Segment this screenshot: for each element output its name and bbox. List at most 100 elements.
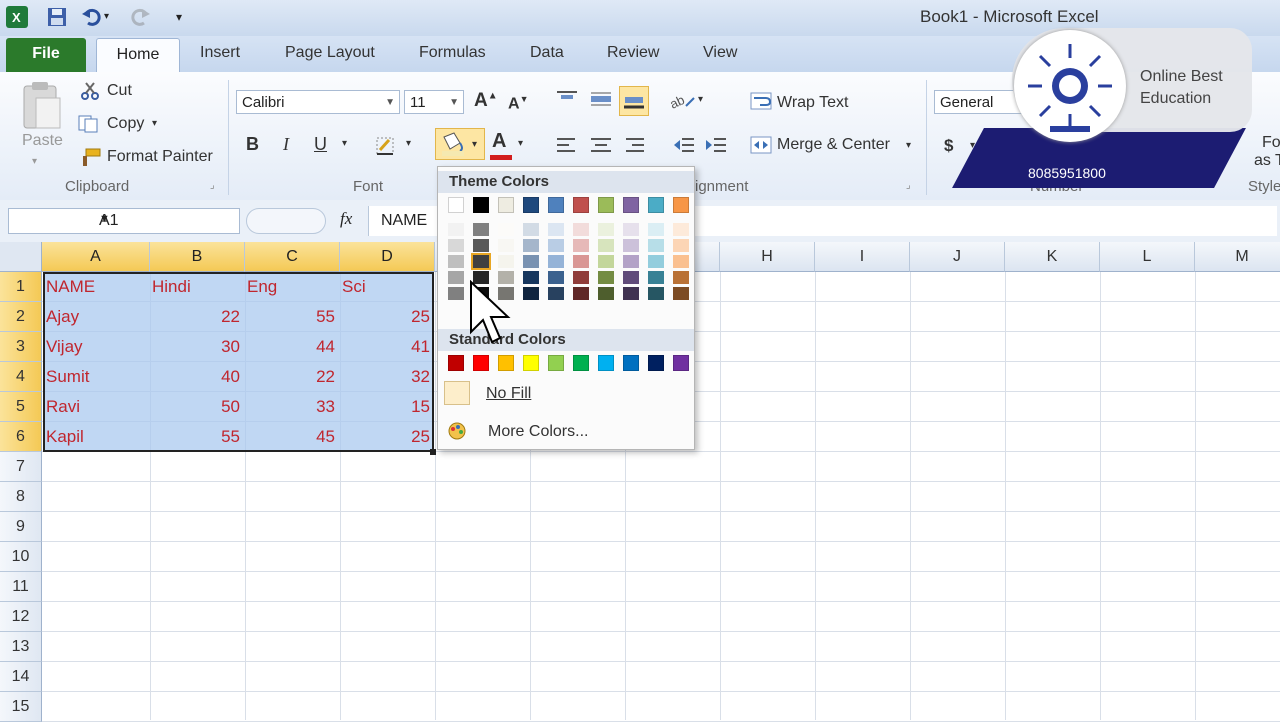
font-color-dropdown-icon[interactable]: ▾ [518,138,523,149]
theme-color-variant-swatch[interactable] [498,239,514,252]
table-cell[interactable]: 55 [150,422,240,452]
select-all-corner[interactable] [0,242,42,272]
middle-align-icon[interactable] [589,90,611,108]
table-cell[interactable]: 55 [245,302,335,332]
theme-color-swatch[interactable] [573,197,589,213]
tab-home[interactable]: Home [96,38,180,74]
theme-color-swatch[interactable] [548,197,564,213]
undo-dropdown-icon[interactable]: ▾ [104,6,126,28]
theme-color-variant-swatch[interactable] [448,255,464,268]
format-as-table-label-2[interactable]: as T [1254,152,1280,170]
copy-button[interactable]: Copy [107,115,144,133]
table-cell[interactable]: 32 [340,362,430,392]
orientation-dropdown-icon[interactable]: ▾ [698,94,703,105]
underline-dropdown-icon[interactable]: ▾ [342,138,347,149]
border-dropdown-icon[interactable]: ▾ [406,138,411,149]
theme-color-swatch[interactable] [523,197,539,213]
theme-color-variant-swatch[interactable] [448,239,464,252]
undo-icon[interactable] [80,6,102,28]
table-cell[interactable]: 41 [340,332,430,362]
italic-button[interactable]: I [283,134,289,155]
clipboard-launcher-icon[interactable]: ⌟ [210,180,215,191]
column-header-k[interactable]: K [1005,242,1100,272]
standard-color-swatch[interactable] [598,355,614,371]
theme-color-swatch[interactable] [673,197,689,213]
row-header-9[interactable]: 9 [0,512,42,542]
theme-color-variant-swatch[interactable] [673,271,689,284]
font-size-dropdown-icon[interactable]: ▼ [449,91,459,115]
theme-color-variant-swatch[interactable] [623,287,639,300]
theme-color-variant-swatch[interactable] [673,287,689,300]
table-cell[interactable]: 25 [340,422,430,452]
theme-color-variant-swatch[interactable] [523,223,539,236]
theme-color-variant-swatch[interactable] [448,271,464,284]
theme-color-variant-swatch[interactable] [548,223,564,236]
standard-color-swatch[interactable] [648,355,664,371]
merge-center-button[interactable]: Merge & Center [777,136,890,154]
table-cell[interactable]: Ajay [46,302,79,332]
name-box-dropdown-icon[interactable]: ▼ [99,213,233,225]
row-header-3[interactable]: 3 [0,332,42,362]
table-cell[interactable]: 40 [150,362,240,392]
copy-dropdown-icon[interactable]: ▾ [152,118,157,129]
top-align-icon[interactable] [555,90,577,108]
paste-icon[interactable] [20,80,62,136]
theme-color-variant-swatch[interactable] [548,255,564,268]
underline-button[interactable]: U [314,134,327,155]
save-icon[interactable] [46,6,68,28]
font-color-icon[interactable]: A [492,130,506,153]
theme-color-variant-swatch[interactable] [648,223,664,236]
table-cell[interactable]: Ravi [46,392,80,422]
row-header-15[interactable]: 15 [0,692,42,722]
theme-color-variant-swatch[interactable] [673,223,689,236]
align-left-icon[interactable] [555,136,575,154]
row-header-5[interactable]: 5 [0,392,42,422]
font-name-dropdown-icon[interactable]: ▼ [385,91,395,115]
tab-view[interactable]: View [703,44,737,62]
row-header-2[interactable]: 2 [0,302,42,332]
table-cell[interactable]: 30 [150,332,240,362]
font-name-combo[interactable]: Calibri ▼ [236,90,400,114]
row-header-1[interactable]: 1 [0,272,42,302]
theme-color-variant-swatch[interactable] [673,239,689,252]
table-cell[interactable]: 15 [340,392,430,422]
theme-color-variant-swatch[interactable] [471,253,491,270]
theme-color-swatch[interactable] [623,197,639,213]
standard-color-swatch[interactable] [498,355,514,371]
column-header-l[interactable]: L [1100,242,1195,272]
row-header-6[interactable]: 6 [0,422,42,452]
column-header-b[interactable]: B [150,242,245,272]
theme-color-variant-swatch[interactable] [573,223,589,236]
theme-color-variant-swatch[interactable] [673,255,689,268]
theme-color-variant-swatch[interactable] [473,239,489,252]
theme-color-variant-swatch[interactable] [573,239,589,252]
theme-color-variant-swatch[interactable] [448,223,464,236]
standard-color-swatch[interactable] [448,355,464,371]
align-right-icon[interactable] [622,136,644,154]
theme-color-variant-swatch[interactable] [523,287,539,300]
standard-color-swatch[interactable] [473,355,489,371]
tab-review[interactable]: Review [607,44,659,62]
currency-button[interactable]: $ [944,136,953,156]
standard-color-swatch[interactable] [523,355,539,371]
theme-color-variant-swatch[interactable] [573,287,589,300]
paste-dropdown-icon[interactable]: ▾ [32,156,37,167]
theme-color-variant-swatch[interactable] [548,287,564,300]
table-cell[interactable]: Sumit [46,362,89,392]
align-center-icon[interactable] [589,136,611,154]
redo-icon[interactable] [130,6,152,28]
theme-color-variant-swatch[interactable] [648,287,664,300]
theme-color-variant-swatch[interactable] [523,239,539,252]
table-cell[interactable]: 25 [340,302,430,332]
column-header-j[interactable]: J [910,242,1005,272]
table-cell[interactable]: 22 [150,302,240,332]
customize-toolbar-icon[interactable]: ▾ [176,6,198,28]
bottom-align-button[interactable] [619,86,649,116]
column-header-a[interactable]: A [42,242,150,272]
theme-color-variant-swatch[interactable] [623,271,639,284]
orientation-icon[interactable]: ab [667,92,695,112]
theme-color-variant-swatch[interactable] [623,239,639,252]
theme-color-variant-swatch[interactable] [448,287,464,300]
table-cell[interactable]: 22 [245,362,335,392]
theme-color-variant-swatch[interactable] [473,223,489,236]
